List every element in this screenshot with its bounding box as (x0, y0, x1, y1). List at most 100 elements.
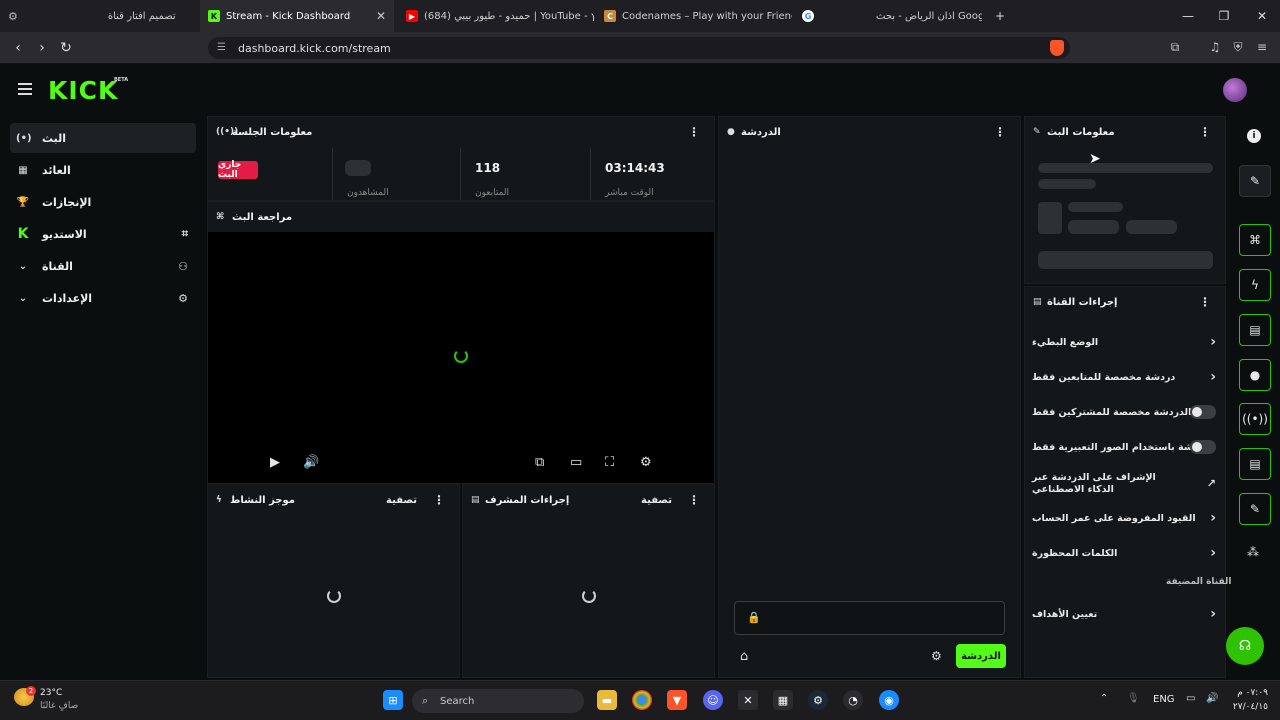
sidebar-item-label: الإنجازات (42, 195, 92, 209)
tab-youtube[interactable]: ▶ (684) حميدو - طيور بيبي | YouTube - ץ (398, 0, 594, 32)
player-settings-icon[interactable]: ⚙ (640, 455, 652, 470)
restore-icon[interactable]: ❐ (1206, 0, 1242, 32)
minimize-icon[interactable]: — (1170, 0, 1206, 32)
tab-label: تصميم افتار قناة (107, 10, 176, 22)
kebab-menu-icon[interactable]: ⋮ (688, 493, 700, 507)
brave-browser-icon[interactable]: ▼ (667, 690, 687, 710)
channel-users-icon: ⚇ (178, 259, 188, 273)
close-window-icon[interactable]: ✕ (1244, 0, 1280, 32)
emote-only-toggle[interactable] (1190, 440, 1216, 454)
account-age-row[interactable]: القيود المفروضة على عمر الحساب › (1032, 503, 1218, 533)
tab-label: Codenames – Play with your Friends (622, 10, 792, 22)
sidebar-item-revenue[interactable]: ▦ العائد (10, 155, 196, 185)
session-rail-button[interactable]: ((•)) (1239, 403, 1271, 435)
vpn-icon[interactable]: ⛨ (1229, 40, 1247, 56)
site-settings-icon[interactable]: ☰ (217, 42, 229, 54)
filter-button[interactable]: تصفية (641, 495, 672, 506)
kebab-menu-icon[interactable]: ⋮ (688, 125, 700, 139)
kebab-menu-icon[interactable]: ⋮ (433, 493, 445, 507)
chat-input[interactable]: 🔒 (734, 601, 1005, 635)
channel-rail-button[interactable]: ▤ (1239, 448, 1271, 480)
tab-kick-dashboard[interactable]: K Stream - Kick Dashboard ✕ (200, 0, 394, 32)
kick-logo[interactable]: KICK (48, 76, 118, 105)
sidebar-item-stream[interactable]: (•) البث (10, 123, 196, 153)
kebab-menu-icon[interactable]: ⋮ (1199, 295, 1211, 309)
sidebar-item-studio[interactable]: K الاستديو ⌗ (10, 219, 196, 249)
taskbar-search[interactable]: ⌕ Search (412, 689, 584, 713)
clock-date[interactable]: ٢٧/٠٤/١٥ (1228, 702, 1268, 712)
ai-moderation-row[interactable]: الإشراف على الدردشة عبر الذكاء الاصطناعي… (1032, 467, 1218, 501)
theater-icon[interactable]: ▭ (570, 455, 582, 470)
reload-icon[interactable]: ↻ (54, 32, 78, 64)
kebab-menu-icon[interactable]: ⋮ (1199, 125, 1211, 139)
row-label: تعيين الأهداف (1032, 608, 1098, 620)
screenshot-icon[interactable]: ⧉ (1166, 40, 1184, 56)
loading-spinner (582, 589, 596, 603)
sidebar-item-label: البث (42, 131, 67, 145)
layout-icon[interactable]: ⁂ (1247, 545, 1259, 559)
windows-start-icon[interactable]: ⊞ (383, 690, 403, 710)
row-label: الوضع البطيء (1032, 336, 1099, 348)
slow-mode-row[interactable]: الوضع البطيء › (1032, 327, 1218, 357)
obs-icon[interactable]: ▦ (773, 690, 793, 710)
url-input[interactable]: dashboard.kick.com/stream (208, 37, 1070, 59)
play-icon[interactable]: ▶ (270, 455, 280, 470)
subscribers-only-toggle[interactable] (1190, 405, 1216, 419)
panel-header: ▤ إجراءات المشرف تصفية ⋮ (463, 485, 714, 515)
activity-feed-panel: ϟ موجز النشاط تصفية ⋮ (207, 484, 460, 678)
clock-time[interactable]: ٠٧:٠٩ م (1228, 688, 1268, 698)
app-icon[interactable]: ◉ (879, 690, 899, 710)
language-indicator[interactable]: ENG (1153, 694, 1175, 705)
volume-icon[interactable]: 🔊 (303, 455, 319, 470)
kebab-menu-icon[interactable]: ⋮ (994, 125, 1006, 139)
chat-send-button[interactable]: الدردشة (956, 644, 1006, 668)
set-goals-row[interactable]: تعيين الأهداف › (1032, 599, 1218, 629)
tab-google-search[interactable]: G اذان الرياض - بحث Google (794, 0, 982, 32)
tab-avatar-design[interactable]: ⚙ تصميم افتار قناة (0, 0, 200, 32)
mouse-cursor-icon: ➤ (1089, 151, 1101, 167)
file-explorer-icon[interactable]: ▬ (597, 690, 617, 710)
microphone-icon[interactable]: 🎙 (1127, 693, 1140, 704)
stream-info-rail-button[interactable]: ✎ (1239, 493, 1271, 525)
media-icon[interactable]: ♫ (1206, 40, 1224, 56)
activity-rail-button[interactable]: ϟ (1239, 269, 1271, 301)
user-avatar[interactable] (1223, 78, 1247, 102)
skeleton-line (1068, 202, 1123, 212)
chat-bubble-icon: ● (1249, 368, 1261, 382)
fullscreen-icon[interactable]: ⛶ (605, 455, 614, 470)
followers-only-row[interactable]: دردشة مخصصة للمتابعين فقط › (1032, 362, 1218, 392)
preview-icon: ⌘ (216, 212, 225, 222)
external-studio-icon[interactable]: ⌗ (182, 227, 188, 241)
filter-button[interactable]: تصفية (386, 495, 417, 506)
banned-words-row[interactable]: الكلمات المحظورة › (1032, 538, 1218, 568)
menu-icon[interactable]: ≡ (1253, 40, 1271, 56)
forward-icon[interactable]: › (30, 32, 54, 64)
close-tab-icon[interactable]: ✕ (368, 9, 386, 23)
miniplayer-icon[interactable]: ⧉ (535, 455, 544, 470)
tray-chevron-icon[interactable]: ⌃ (1100, 693, 1108, 704)
discord-icon[interactable]: ☺ (703, 690, 723, 710)
chat-settings-icon[interactable]: ⚙ (931, 649, 942, 663)
chrome-icon[interactable] (632, 690, 652, 710)
network-icon[interactable]: ▭ (1186, 693, 1195, 704)
hamburger-menu-icon[interactable] (18, 83, 32, 95)
volume-tray-icon[interactable]: 🔊 (1206, 693, 1218, 704)
chat-rail-button[interactable]: ● (1239, 359, 1271, 391)
tab-codenames[interactable]: C Codenames – Play with your Friends (596, 0, 792, 32)
info-icon[interactable]: i (1247, 129, 1261, 143)
app-icon[interactable]: ◔ (843, 690, 863, 710)
brave-shields-icon[interactable] (1050, 40, 1064, 56)
tab-label: Stream - Kick Dashboard (226, 10, 351, 22)
back-icon[interactable]: ‹ (6, 32, 30, 64)
new-tab-button[interactable]: + (982, 0, 1018, 32)
store-icon[interactable]: ⌂ (740, 649, 748, 664)
sidebar-item-channel[interactable]: ⌄ القناة ⚇ (10, 251, 196, 281)
sidebar-item-achievements[interactable]: 🏆 الإنجازات (10, 187, 196, 217)
steam-icon[interactable]: ⚙ (808, 690, 828, 710)
preview-rail-button[interactable]: ⌘ (1239, 224, 1271, 256)
edit-rail-button[interactable]: ✎ (1239, 165, 1271, 197)
sidebar-item-settings[interactable]: ⌄ الإعدادات ⚙ (10, 283, 196, 313)
help-button[interactable]: ☊ (1226, 627, 1264, 665)
capcut-icon[interactable]: ✕ (738, 690, 758, 710)
mod-rail-button[interactable]: ▤ (1239, 314, 1271, 346)
